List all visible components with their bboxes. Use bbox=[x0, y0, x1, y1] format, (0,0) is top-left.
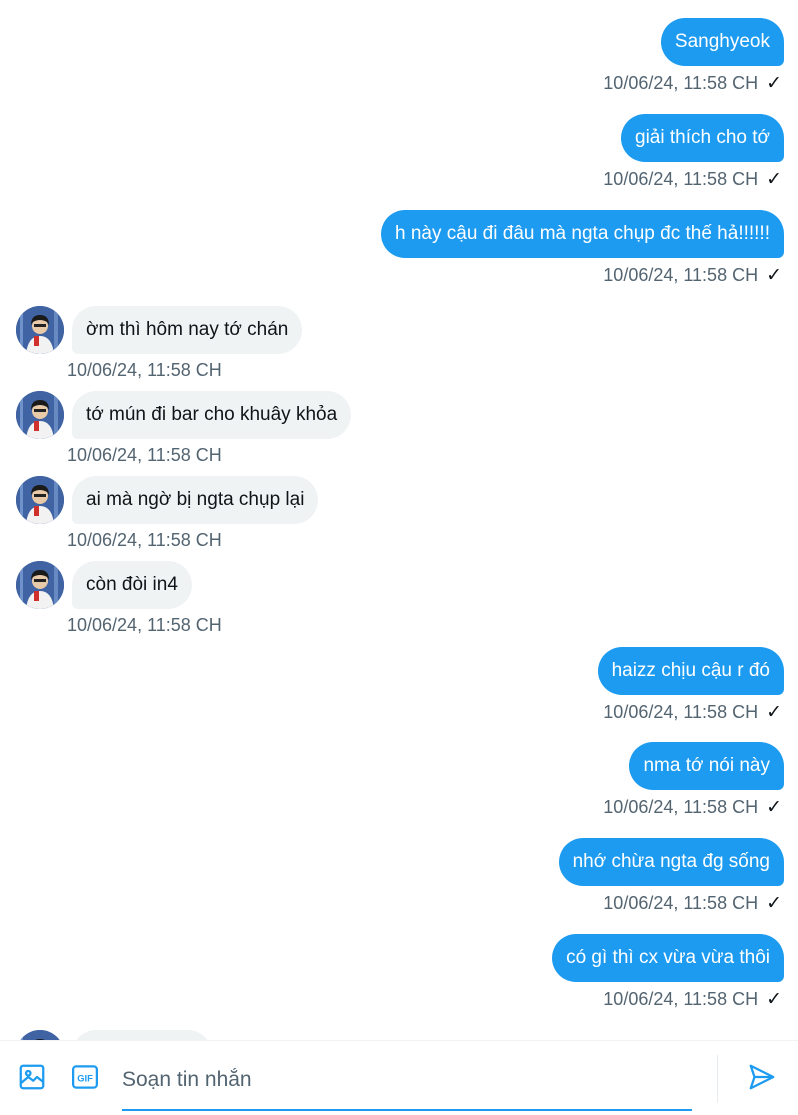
message-bubble[interactable]: còn đòi in4 bbox=[72, 561, 192, 609]
message-bubble[interactable]: ai mà ngờ bị ngta chụp lại bbox=[72, 476, 319, 524]
sent-check-icon: ✓ bbox=[766, 73, 782, 94]
message-timestamp: 10/06/24, 11:58 CH ✓ bbox=[603, 702, 782, 723]
media-button[interactable] bbox=[14, 1059, 50, 1095]
avatar[interactable] bbox=[16, 391, 64, 439]
message-timestamp: 10/06/24, 11:58 CH bbox=[67, 360, 222, 380]
message-timestamp: 10/06/24, 11:58 CH ✓ bbox=[603, 893, 782, 914]
sent-check-icon: ✓ bbox=[766, 169, 782, 190]
message-timestamp: 10/06/24, 11:58 CH ✓ bbox=[603, 797, 782, 818]
message-bubble[interactable]: nma tớ nói này bbox=[629, 742, 784, 790]
message-bubble[interactable] bbox=[72, 1030, 212, 1040]
avatar[interactable] bbox=[16, 1030, 64, 1040]
message-timestamp: 10/06/24, 11:58 CH bbox=[67, 530, 222, 550]
message-bubble[interactable]: Sanghyeok bbox=[660, 18, 784, 66]
gif-button[interactable]: GIF bbox=[67, 1059, 103, 1095]
svg-text:GIF: GIF bbox=[77, 1073, 93, 1083]
message-input[interactable] bbox=[122, 1061, 692, 1111]
message-bubble[interactable]: có gì thì cx vừa vừa thôi bbox=[552, 934, 784, 982]
sent-check-icon: ✓ bbox=[766, 797, 782, 818]
send-button[interactable] bbox=[744, 1059, 780, 1095]
message-composer: GIF bbox=[0, 1040, 798, 1115]
image-icon bbox=[19, 1064, 45, 1090]
sent-check-icon: ✓ bbox=[766, 989, 782, 1010]
sent-check-icon: ✓ bbox=[766, 702, 782, 723]
composer-divider bbox=[717, 1055, 718, 1103]
message-timestamp: 10/06/24, 11:58 CH bbox=[67, 615, 222, 635]
sent-check-icon: ✓ bbox=[766, 893, 782, 914]
message-list[interactable]: Sanghyeok 10/06/24, 11:58 CH ✓ giải thích… bbox=[0, 0, 798, 1040]
message-timestamp: 10/06/24, 11:58 CH bbox=[67, 445, 222, 465]
message-timestamp: 10/06/24, 11:58 CH ✓ bbox=[603, 169, 782, 190]
message-timestamp: 10/06/24, 11:58 CH ✓ bbox=[603, 265, 782, 286]
send-icon bbox=[749, 1064, 775, 1090]
message-bubble[interactable]: tớ mún đi bar cho khuây khỏa bbox=[72, 391, 352, 439]
message-timestamp: 10/06/24, 11:58 CH ✓ bbox=[603, 73, 782, 94]
sent-check-icon: ✓ bbox=[766, 265, 782, 286]
message-bubble[interactable]: ờm thì hôm nay tớ chán bbox=[72, 306, 303, 354]
message-bubble[interactable]: giải thích cho tớ bbox=[621, 114, 784, 162]
message-bubble[interactable]: nhớ chừa ngta đg sống bbox=[558, 838, 784, 886]
message-timestamp: 10/06/24, 11:58 CH ✓ bbox=[603, 989, 782, 1010]
avatar[interactable] bbox=[16, 306, 64, 354]
avatar[interactable] bbox=[16, 561, 64, 609]
message-bubble[interactable]: h này cậu đi đâu mà ngta chụp đc thế hả!… bbox=[381, 210, 784, 258]
message-bubble[interactable]: haizz chịu cậu r đó bbox=[597, 647, 784, 695]
gif-icon: GIF bbox=[72, 1065, 98, 1089]
avatar[interactable] bbox=[16, 476, 64, 524]
